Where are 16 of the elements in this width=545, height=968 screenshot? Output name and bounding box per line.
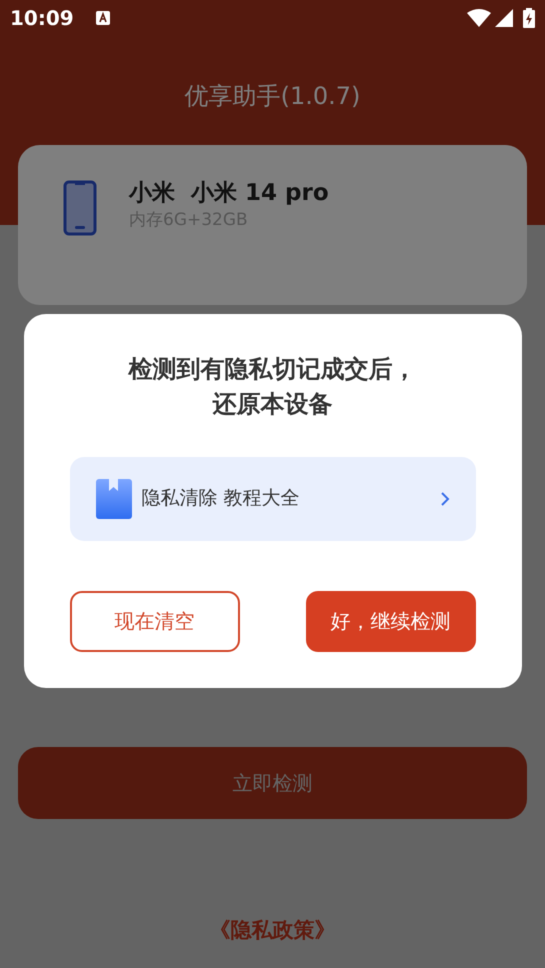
- notification-icon: [96, 11, 110, 25]
- detect-button[interactable]: 立即检测: [18, 746, 527, 818]
- clear-button[interactable]: 现在清空: [70, 590, 240, 652]
- clock-time: 10:09: [10, 5, 74, 32]
- wifi-icon: [467, 9, 491, 27]
- phone-icon: [63, 180, 97, 236]
- app-title: 优享助手(1.0.7): [184, 82, 360, 110]
- signal-icon: [495, 9, 513, 27]
- dialog-title-line: 还原本设备: [212, 388, 332, 420]
- book-icon: [96, 478, 132, 519]
- tutorial-link[interactable]: 隐私清除 教程大全: [70, 456, 476, 541]
- battery-icon: [523, 8, 535, 28]
- device-name: 小米 小米 14 pro: [129, 180, 329, 208]
- continue-button[interactable]: 好，继续检测: [306, 590, 476, 652]
- dialog-title-line: 检测到有隐私切记成交后，: [128, 354, 416, 385]
- chevron-right-icon: [440, 490, 450, 507]
